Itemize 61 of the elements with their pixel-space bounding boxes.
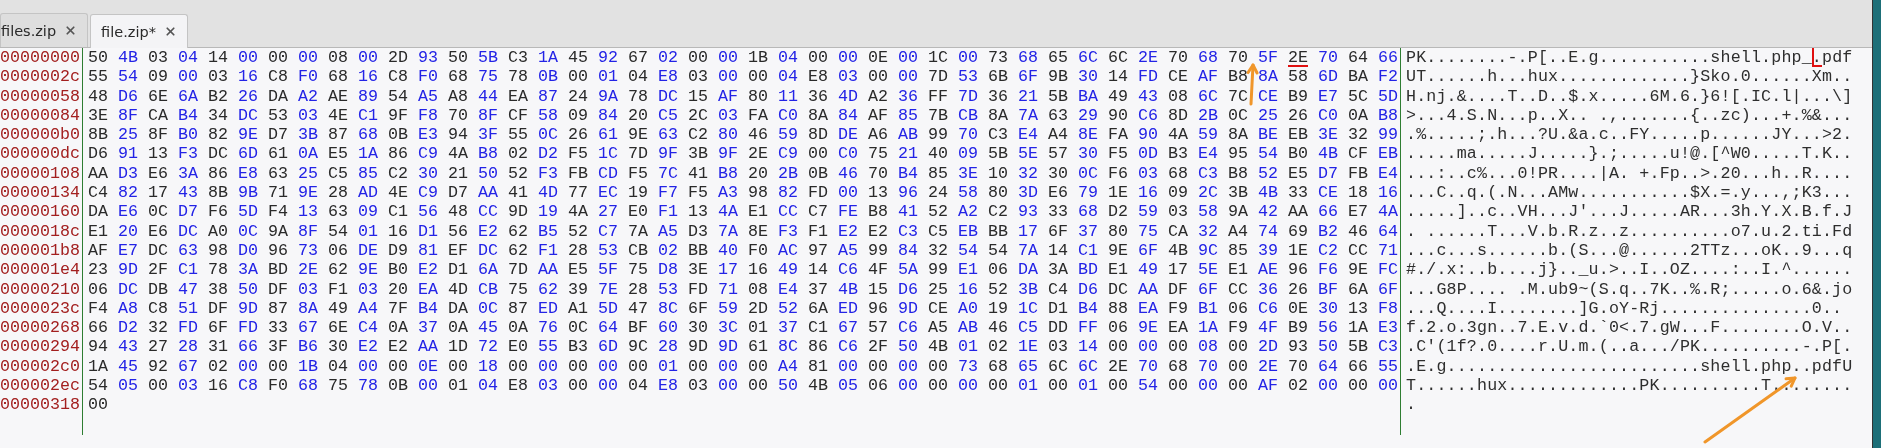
hex-row-text: 94 43 27 28 31 66 3F B6 30 E2 E2 AA 1D 72 E0 55 B3 6D 9C 28 9D 9D 61 8C 86 C6 2F 50 4B 01 02 1E 03 14 00 00 00 08 00 2D 93 50 5B C3 <box>87 337 1399 357</box>
hex-row-text: C4 82 17 43 8B 9B 71 9E 28 AD 4E C9 D7 AA 41 4D 77 EC 19 F7 F5 A3 98 82 FD 00 13 96 24 58 80 3D E6 79 1E 16 09 2C 3B 4B 33 CE 18 16 <box>87 183 1399 203</box>
ascii-row-text: >...4.S.N...p..X.. .,.......{..zc)...+.%&... <box>1405 105 1853 126</box>
hex-row-text: 48 D6 6E 6A B2 26 DA A2 AE 89 54 A5 A8 44 EA 87 24 9A 78 DC 15 AF 80 11 36 4D A2 36 FF 7D 36 21 5B BA 49 43 08 6C 7C CE B9 E7 5C 5D <box>87 86 1399 106</box>
offset-label: 0000002c <box>0 67 81 87</box>
ascii-row-text: .C'(1f?.0....r.U.m.(..a.../PK..........-.P[. <box>1405 337 1853 357</box>
ascii-row-text: ...:..c%...0!PR....|A. +.Fp..>.20...h..R.... <box>1405 163 1853 184</box>
ascii-row-text: ...C..q.(.N...AMw...........$X.=.y...,;K3... <box>1405 183 1853 203</box>
hex-row-text: D6 91 13 F3 DC 6D 61 0A E5 1A 86 C9 4A B8 02 D2 F5 1C 7D 9F 3B 9F 2E C9 00 C0 75 21 40 09 5B 5E 57 30 F5 0D B3 E4 95 54 B0 4B CF EB <box>87 144 1399 164</box>
offset-label: 000002c0 <box>0 356 81 377</box>
hex-row-text: 1A 45 92 67 02 00 00 1B 04 00 00 0E 00 18 00 00 00 00 00 01 00 00 00 A4 81 00 00 00 00 73 68 65 6C 6C 2E 70 68 70 00 2E 70 64 66 55 <box>87 356 1399 377</box>
hex-row-text: 8B 25 8F B0 82 9E D7 3B 87 68 0B E3 94 3F 55 0C 26 61 9E 63 C2 80 46 59 8D DE A6 AB 99 70 C3 E4 A4 8E FA 90 4A 59 8A BE EB 3E 32 99 <box>87 125 1399 145</box>
offset-label: 000001b8 <box>0 240 81 261</box>
offset-label: 00000294 <box>0 337 81 357</box>
offset-label: 0000023c <box>0 298 81 319</box>
hex-row-text: AA D3 E6 3A 86 E8 63 25 C5 85 C2 30 21 50 52 F3 FB CD F5 7C 41 B8 20 2B 0B 46 70 B4 85 3E 10 32 30 0C F6 03 68 C3 B8 52 E5 D7 FB E4 <box>87 163 1399 184</box>
ascii-row-text: .....ma.....J.....}.;.....u!@.[^W0.....T.K.. <box>1405 144 1853 164</box>
offset-label: 00000108 <box>0 163 81 184</box>
ascii-row-text: . ......T...V.b.R.z..z..........o7.u.2.ti.Fd <box>1405 221 1853 241</box>
ascii-row-text: ...Q....I........]G.oY-Rj...............0.. <box>1405 298 1844 319</box>
hex-row-text: 23 9D 2F C1 78 3A BD 2E 62 9E B0 E2 D1 6A 7D AA E5 5F 75 D8 3E 17 16 49 14 C6 4F 5A 99 E1 06 DA 3A BD E1 49 17 5E E1 AE 96 F6 9E FC <box>87 260 1399 280</box>
hex-row-text: DA E6 0C D7 F6 5D F4 13 63 09 C1 56 48 CC 9D 19 4A 27 E0 F1 13 4A E1 CC C7 FE B8 41 52 A2 C2 93 33 68 D2 59 03 58 9A 42 AA 66 E7 4A <box>87 202 1399 222</box>
hex-row-text: E1 20 E6 DC A0 0C 9A 8F 54 01 16 D1 56 E2 62 B5 52 C7 7A A5 D3 7A 8E F3 F1 E2 E2 C3 C5 EB BB 17 6F 37 80 75 CA 32 A4 74 69 B2 46 64 <box>87 221 1399 241</box>
offset-label: 00000000 <box>0 48 81 68</box>
file-tab[interactable]: file.zip* <box>90 14 188 48</box>
ascii-row-text: .....]..c..VH...J'...J.....AR...3h.Y.X.B.f.J <box>1405 202 1853 222</box>
file-tab[interactable]: files.zip <box>0 13 89 47</box>
hex-row-text: 06 DC DB 47 38 50 DF 03 F1 03 20 EA 4D CB 75 62 39 7E 28 53 FD 71 08 E4 37 4B 15 D6 25 16 52 3B C4 D6 DC AA DF 6F CC 36 26 BF 6A 6F <box>87 279 1399 299</box>
offset-label: 000000b0 <box>0 125 81 145</box>
hex-row-text: 54 05 00 03 16 C8 F0 68 75 78 0B 00 01 04 E8 03 00 00 04 E8 03 00 00 50 4B 05 06 00 00 00 00 01 00 01 00 54 00 00 00 AF 02 00 00 00 <box>87 376 1399 396</box>
ascii-row-text: . <box>1405 395 1418 415</box>
hex-row-text: 3E 8F CA B4 34 DC 53 03 4E C1 9F F8 70 8F CF 58 09 84 20 C5 2C 03 FA C0 8A 84 AF 85 7B CB 8A 7A 63 29 90 C6 8D 2B 0C 25 26 C0 0A B8 <box>87 105 1399 126</box>
offset-label: 00000318 <box>0 395 81 415</box>
offset-label: 00000134 <box>0 183 81 203</box>
offset-label: 000001e4 <box>0 260 81 280</box>
hex-row-text: 00 <box>87 395 109 415</box>
hex-row-text: F4 A8 C8 51 DF 9D 87 8A 49 A4 7F B4 DA 0C 87 ED A1 5D 47 8C 6F 59 2D 52 6A ED 96 9D CE A0 19 1C D1 B4 88 EA F9 B1 06 C6 0E 30 13 F8 <box>87 298 1399 319</box>
ascii-row-text: .E.g.........................shell.php..pdfU <box>1405 356 1853 377</box>
ascii-row-text: PK........-.P[..E.g...........shell.php_.pdf <box>1405 48 1853 68</box>
offset-label: 000002ec <box>0 376 81 396</box>
offset-label: 00000084 <box>0 105 81 126</box>
offset-label: 000000dc <box>0 144 81 164</box>
offset-label: 0000018c <box>0 221 81 241</box>
ascii-row-text: f.2.o.3gn..7.E.v.d.`0<.7.gW...F........O.V.. <box>1405 318 1853 338</box>
offset-label: 00000058 <box>0 86 81 106</box>
hex-row-text: 55 54 09 00 03 16 C8 F0 68 16 C8 F0 68 75 78 0B 00 01 04 E8 03 00 00 04 E8 03 00 00 7D 53 6B 6F 9B 30 14 FD CE AF B8 8A 58 6D BA F2 <box>87 67 1399 87</box>
ascii-row-text: .%.....;.h...?U.&a.c..FY.....p......JY...>2. <box>1405 125 1853 145</box>
close-icon[interactable] <box>163 25 177 38</box>
ascii-row-text: #./.x:..b....j}.._u.>..I..OZ....:..I.^...... <box>1405 260 1853 280</box>
hex-row-text: AF E7 DC 63 98 D0 96 73 06 DE D9 81 EF DC 62 F1 28 53 CB 02 BB 40 F0 AC 97 A5 99 84 32 54 54 7A 14 C1 9E 6F 4B 9C 85 39 1E C2 CC 71 <box>87 240 1399 261</box>
hex-row-text: 66 D2 32 FD 6F FD 33 67 6E C4 0A 37 0A 45 0A 76 0C 64 BF 60 30 3C 01 37 C1 67 57 C6 A5 AB 46 C5 DD FF 06 9E EA 1A F9 4F B9 56 1A E3 <box>87 318 1399 338</box>
hex-row-text: 50 4B 03 04 14 00 00 00 08 00 2D 93 50 5B C3 1A 45 92 67 02 00 00 1B 04 00 00 0E 00 1C 00 73 68 65 6C 6C 2E 70 68 70 5F 2E 70 64 66 <box>87 48 1399 68</box>
ascii-row-text: ...c...s......b.(S...@......2TTz...oK..9...q <box>1405 240 1853 261</box>
close-icon[interactable] <box>64 24 78 37</box>
offset-label: 00000210 <box>0 279 81 299</box>
offset-label: 00000268 <box>0 318 81 338</box>
annotation-arrow <box>1246 63 1259 106</box>
ascii-row-text: ...G8P.... .M.ub9~(S.q..7K..%.R;.....o.6&.jo <box>1405 279 1853 299</box>
offset-label: 00000160 <box>0 202 81 222</box>
ascii-row-text: UT......h...hux.............}Sko.0......Xm.. <box>1405 67 1853 87</box>
ascii-row-text: H.nj.&....T..D..$.x.....6M.6.}6![.IC.l|...\] <box>1405 86 1853 106</box>
